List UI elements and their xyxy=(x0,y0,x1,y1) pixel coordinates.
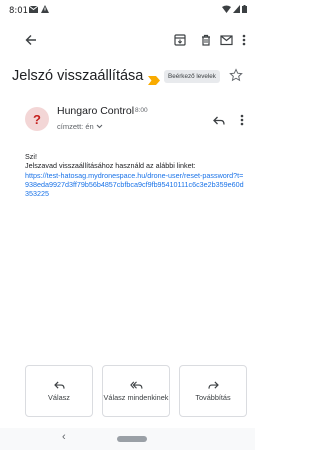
reply-icon xyxy=(213,116,225,125)
system-icons xyxy=(222,5,247,15)
star-outline-icon xyxy=(229,68,243,82)
chevron-down-icon xyxy=(96,124,103,129)
gmail-notification-icon xyxy=(28,5,39,15)
trash-icon xyxy=(202,34,210,46)
reply-all-button[interactable]: Válasz mindenkinek xyxy=(102,365,170,417)
body-text: Jelszavad visszaállításához használd az … xyxy=(25,161,196,171)
forward-label: Továbbítás xyxy=(195,392,231,402)
message-subject: Jelszó visszaállítása xyxy=(12,68,144,84)
sender-header: ? Hungaro Control 8:00 címzett: én xyxy=(0,103,255,143)
body-greeting: Szi! xyxy=(25,152,37,161)
reply-button[interactable]: Válasz xyxy=(25,365,93,417)
more-vert-icon xyxy=(240,114,244,126)
recipient-details-toggle[interactable]: címzett: én xyxy=(57,122,103,131)
subject-row: Jelszó visszaállítása Beérkező levelek xyxy=(0,62,255,90)
label-chip-inbox[interactable]: Beérkező levelek xyxy=(164,70,220,83)
signal-icon xyxy=(233,5,240,15)
forward-icon xyxy=(207,380,219,389)
more-vert-icon xyxy=(242,34,246,46)
status-bar: 8:01 xyxy=(0,0,255,22)
notification-icons xyxy=(28,5,49,15)
archive-icon xyxy=(174,34,186,46)
arrow-back-icon xyxy=(25,35,36,45)
unknown-sender-icon: ? xyxy=(33,111,41,127)
message-time: 8:00 xyxy=(135,107,148,114)
sender-avatar[interactable]: ? xyxy=(25,107,49,131)
reset-password-link[interactable]: https://test-hatosag.mydronespace.hu/dro… xyxy=(25,171,247,199)
mail-icon xyxy=(219,35,233,46)
battery-icon xyxy=(242,5,247,15)
reply-all-icon xyxy=(129,381,142,389)
reply-all-label: Válasz mindenkinek xyxy=(103,392,169,402)
wifi-icon xyxy=(222,5,231,15)
gmail-message-screen: 8:01 Jelszó visszaállítása Beérkező leve… xyxy=(0,0,255,450)
reply-actions: Válasz Válasz mindenkinek Továbbítás xyxy=(25,365,253,417)
nav-back-icon[interactable]: ‹ xyxy=(62,431,66,443)
archive-button[interactable] xyxy=(171,31,189,49)
important-marker-icon[interactable] xyxy=(148,72,160,90)
mark-unread-button[interactable] xyxy=(217,31,235,49)
back-button[interactable] xyxy=(22,31,40,49)
warning-icon xyxy=(41,5,49,15)
reply-label: Válasz xyxy=(48,392,70,402)
reply-icon xyxy=(53,380,65,389)
system-nav-bar: ‹ xyxy=(0,428,255,450)
message-body: Szi! Jelszavad visszaállításához használ… xyxy=(25,152,247,198)
nav-home-pill[interactable] xyxy=(117,436,147,442)
message-toolbar xyxy=(0,26,255,54)
message-more-button[interactable] xyxy=(240,113,244,131)
toolbar-more-button[interactable] xyxy=(238,31,250,49)
delete-button[interactable] xyxy=(197,31,215,49)
forward-button[interactable]: Továbbítás xyxy=(179,365,247,417)
reply-icon-button[interactable] xyxy=(213,113,225,131)
star-button[interactable] xyxy=(229,68,243,87)
sender-name: Hungaro Control xyxy=(57,105,135,117)
recipient-label: címzett: én xyxy=(57,122,94,131)
status-time: 8:01 xyxy=(9,6,29,16)
